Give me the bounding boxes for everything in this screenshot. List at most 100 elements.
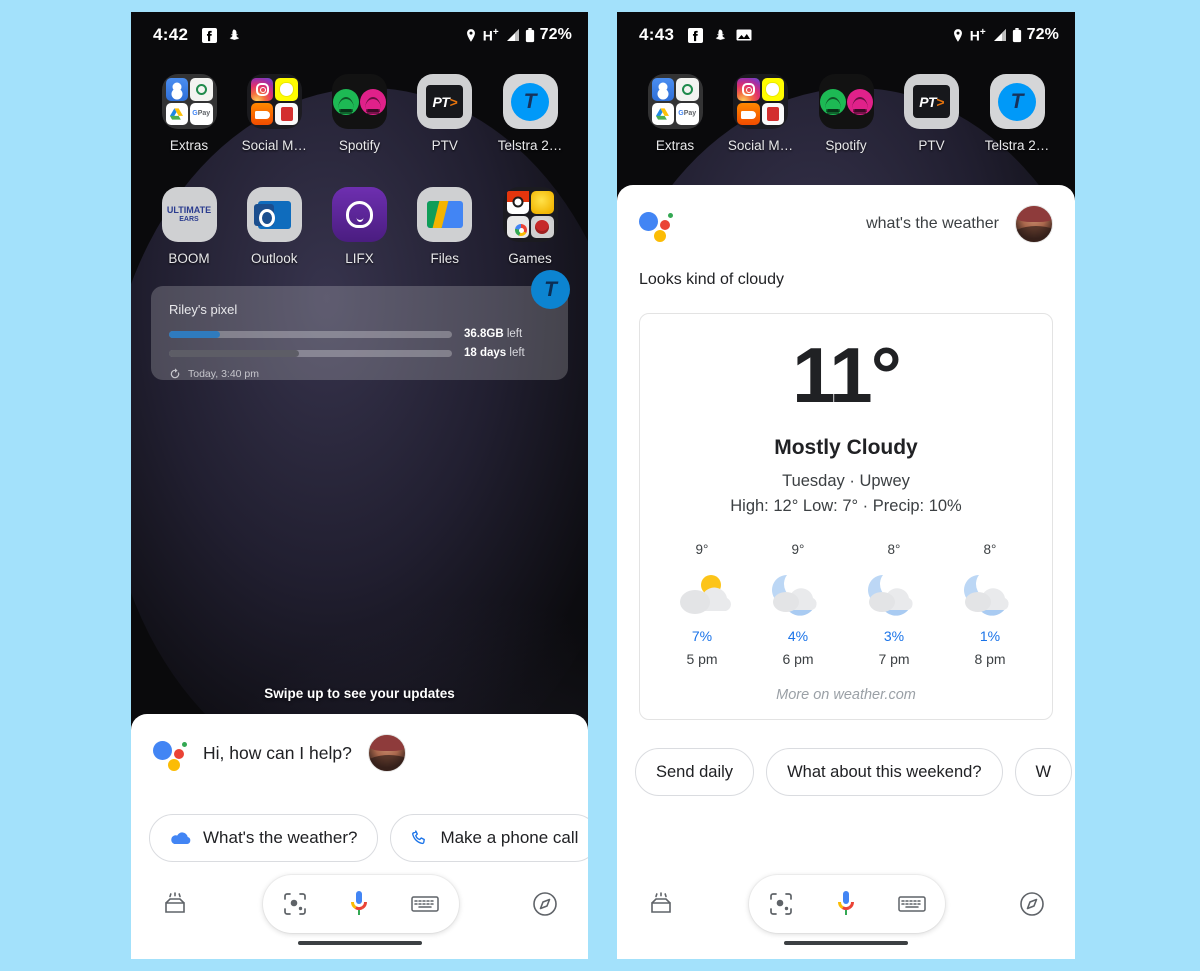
refresh-timestamp: Today, 3:40 pm [188, 368, 260, 380]
battery-icon [525, 27, 535, 43]
assistant-header: what's the weather [617, 185, 1075, 243]
chip-what-about-this-weekend[interactable]: What about this weekend? [766, 748, 1003, 796]
widget-title: Riley's pixel [169, 302, 238, 317]
keyboard-icon[interactable] [411, 894, 439, 914]
hour-precip: 3% [883, 628, 905, 644]
snapchat-icon [226, 28, 241, 43]
assistant-header: Hi, how can I help? [131, 714, 588, 772]
assistant-answer: Looks kind of cloudy [639, 271, 784, 288]
google-assistant-icon [153, 738, 187, 771]
app-label: Games [508, 251, 552, 266]
suggestion-chips: Send daily What about this weekend? W [617, 748, 1075, 796]
days-left-row: 18 days left [169, 347, 550, 359]
status-bar: 4:43 H+ 72% [617, 12, 1075, 58]
assistant-sheet: what's the weather Looks kind of cloudy … [617, 185, 1075, 959]
microphone-icon[interactable] [833, 889, 859, 919]
current-temperature: 11° [792, 331, 902, 419]
suggestion-chips: What's the weather? Make a phone call [131, 814, 588, 862]
screenshot-stage: 4:42 H+ 72% G Pay Extras Social M… Spoti… [0, 0, 1200, 971]
folder-social-media-icon [246, 74, 302, 129]
data-usage-bar [169, 330, 452, 338]
telstra-app-icon: T [502, 74, 558, 129]
app-label: Outlook [250, 251, 298, 266]
microphone-icon[interactable] [346, 889, 372, 919]
hourly-item-partial: 9 [1038, 542, 1052, 667]
status-time: 4:43 [639, 25, 675, 44]
days-left-label: 18 days left [464, 347, 550, 359]
location-pin-icon [464, 28, 478, 43]
keyboard-icon[interactable] [897, 894, 926, 914]
user-avatar[interactable] [367, 734, 406, 772]
app-spotify[interactable]: Spotify [804, 74, 888, 153]
hour-time: 5 pm [686, 651, 718, 667]
app-ptv[interactable]: PT > PTV [403, 74, 487, 153]
app-files[interactable]: Files [403, 187, 487, 266]
assistant-greeting: Hi, how can I help? [203, 742, 352, 763]
app-label: Spotify [825, 138, 867, 153]
app-social-media[interactable]: Social M… [719, 74, 803, 153]
app-telstra[interactable]: T Telstra 2… [488, 74, 572, 153]
app-telstra[interactable]: T Telstra 2… [975, 74, 1059, 153]
photo-icon [736, 28, 752, 42]
app-label: Extras [169, 138, 209, 153]
app-games[interactable]: Games [488, 187, 572, 266]
hour-temp: 8° [983, 542, 997, 557]
app-extras[interactable]: G Pay Extras [147, 74, 231, 153]
battery-percent: 72% [539, 26, 572, 43]
telstra-usage-widget[interactable]: Riley's pixel 36.8GB left 18 days left T… [151, 270, 570, 380]
snapchat-icon [712, 28, 727, 43]
navigation-handle[interactable] [784, 941, 908, 945]
app-ptv[interactable]: PT > PTV [890, 74, 974, 153]
assistant-input-pill [262, 875, 459, 933]
chip-send-daily[interactable]: Send daily [635, 748, 755, 796]
hourly-item: 9° 7% 5 pm [654, 542, 750, 667]
app-label: PTV [431, 138, 458, 153]
snapshot-inbox-icon[interactable] [647, 891, 675, 917]
hour-precip: 4% [787, 628, 809, 644]
phone-left: 4:42 H+ 72% G Pay Extras Social M… Spoti… [131, 12, 588, 959]
folder-spotify-icon [332, 74, 387, 129]
hour-time: 8 pm [974, 651, 1006, 667]
hour-time: 7 pm [878, 651, 910, 667]
explore-compass-icon[interactable] [1019, 891, 1045, 917]
hour-temp: 8° [887, 542, 901, 557]
app-social-media[interactable]: Social M… [232, 74, 316, 153]
google-lens-icon[interactable] [768, 891, 794, 917]
telstra-app-icon: T [989, 74, 1045, 129]
days-left-bar [169, 349, 452, 357]
chip-partial[interactable]: W [1014, 748, 1073, 796]
signal-icon [504, 28, 520, 42]
status-bar: 4:42 H+ 72% [131, 12, 588, 58]
network-type-label: H+ [482, 26, 499, 44]
app-grid: G Pay Extras Social M… Spotify PT > PTV … [131, 58, 588, 266]
data-usage-label: 36.8GB left [464, 328, 550, 340]
hourly-forecast: 9° 7% 5 pm 9° 4% 6 pm 8° 3% 7 pm 8° 1% 8… [640, 542, 1052, 667]
app-boom[interactable]: ULTIMATE EARS BOOM [147, 187, 231, 266]
app-label: Files [430, 251, 459, 266]
chip-make-a-phone-call[interactable]: Make a phone call [390, 814, 588, 862]
google-assistant-icon [639, 209, 673, 242]
weather-source-link[interactable]: More on weather.com [640, 687, 1052, 703]
hourly-item: 9° 4% 6 pm [750, 542, 846, 667]
weather-card[interactable]: 11° Mostly Cloudy Tuesday · Upwey High: … [639, 313, 1053, 720]
google-lens-icon[interactable] [282, 891, 308, 917]
app-outlook[interactable]: Outlook [232, 187, 316, 266]
hour-precip: 1% [979, 628, 1001, 644]
battery-percent: 72% [1026, 26, 1059, 43]
chip-whats-the-weather[interactable]: What's the weather? [149, 814, 379, 862]
explore-compass-icon[interactable] [532, 891, 558, 917]
app-lifx[interactable]: LIFX [318, 187, 402, 266]
ultimate-ears-boom-icon: ULTIMATE EARS [161, 187, 217, 242]
navigation-handle[interactable] [297, 941, 422, 945]
widget-footer[interactable]: Today, 3:40 pm [169, 368, 550, 380]
refresh-icon[interactable] [169, 368, 181, 380]
outlook-icon [246, 187, 302, 242]
app-extras[interactable]: G Pay Extras [633, 74, 717, 153]
snapshot-inbox-icon[interactable] [161, 891, 189, 917]
days-left-value: 18 days [464, 347, 507, 359]
app-spotify[interactable]: Spotify [318, 74, 402, 153]
user-avatar[interactable] [1015, 205, 1053, 243]
ptv-app-icon: PT > [417, 74, 473, 129]
weather-day-location: Tuesday · Upwey [782, 472, 910, 490]
files-icon [417, 187, 473, 242]
